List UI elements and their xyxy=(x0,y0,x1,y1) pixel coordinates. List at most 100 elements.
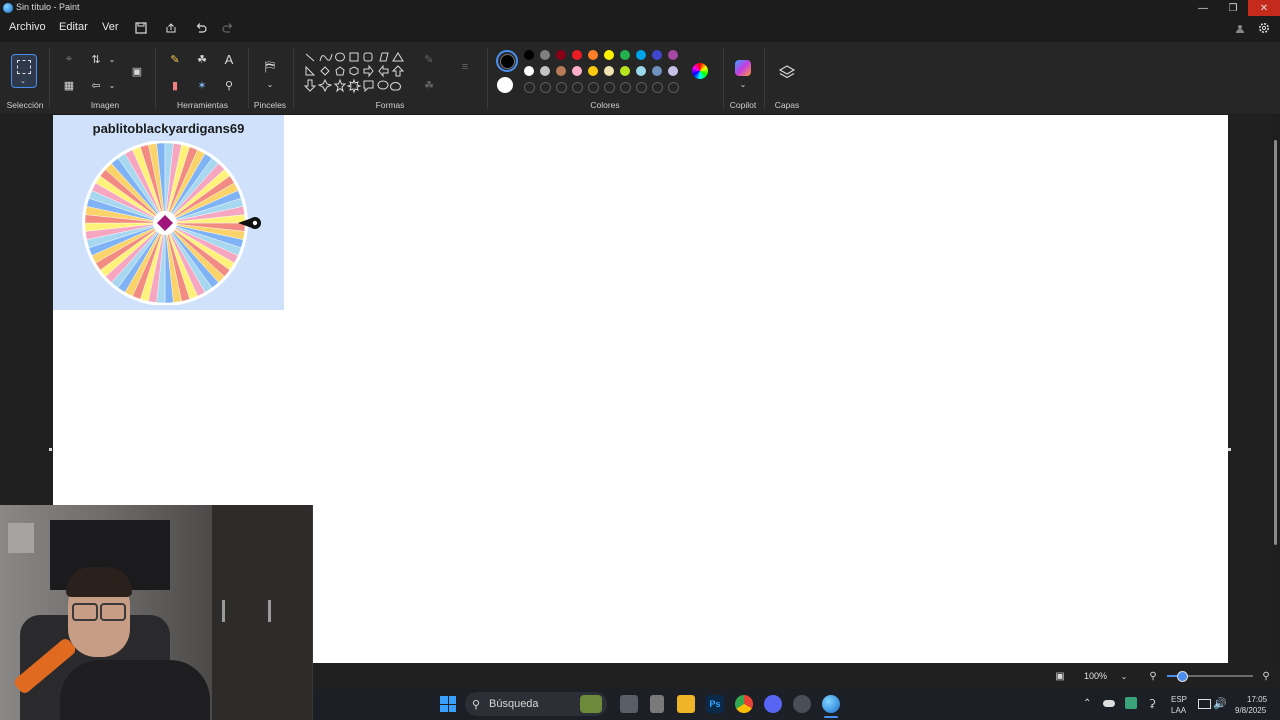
close-button[interactable]: ✕ xyxy=(1248,0,1280,16)
fill-bucket-icon[interactable]: ☘ xyxy=(194,51,210,67)
color-swatch[interactable] xyxy=(524,66,534,76)
chevron-down-icon[interactable]: ⌄ xyxy=(262,76,278,92)
canvas-resize-handle[interactable] xyxy=(1228,448,1231,451)
selection-tool-button[interactable]: ⌄ xyxy=(11,54,37,88)
custom-color-slot[interactable] xyxy=(556,82,567,93)
color-picker-icon[interactable]: ✶ xyxy=(194,77,210,93)
discord-icon[interactable] xyxy=(764,695,782,713)
photoshop-icon[interactable]: Ps xyxy=(706,695,724,713)
security-icon[interactable] xyxy=(1125,697,1137,709)
network-icon[interactable] xyxy=(1198,699,1211,709)
color-swatch[interactable] xyxy=(540,66,550,76)
secondary-color-button[interactable] xyxy=(497,77,513,93)
color-swatch[interactable] xyxy=(588,50,598,60)
fit-to-window-icon[interactable]: ▣ xyxy=(1052,668,1068,684)
color-swatch[interactable] xyxy=(636,50,646,60)
magnifier-icon[interactable]: ⚲ xyxy=(221,77,237,93)
zoom-level[interactable]: 100% xyxy=(1084,671,1107,681)
zoom-slider-thumb[interactable] xyxy=(1177,671,1188,682)
onedrive-icon[interactable] xyxy=(1103,700,1115,707)
title-bar xyxy=(0,0,1280,16)
menu-ver[interactable]: Ver xyxy=(102,21,119,33)
brush-icon[interactable]: ⛿ xyxy=(262,58,278,74)
image-generator-icon[interactable]: ▣ xyxy=(129,63,145,79)
primary-color-button[interactable] xyxy=(496,50,518,72)
taskbar-search-text[interactable]: Búsqueda xyxy=(489,698,539,710)
tray-chevron-up-icon[interactable]: ⌃ xyxy=(1083,698,1091,709)
crop-icon[interactable]: ⌖ xyxy=(61,51,77,67)
chevron-down-icon: ⌄ xyxy=(20,78,26,85)
undo-icon[interactable] xyxy=(191,19,211,37)
color-swatch[interactable] xyxy=(668,50,678,60)
color-swatch[interactable] xyxy=(572,66,582,76)
menu-archivo[interactable]: Archivo xyxy=(9,21,46,33)
color-swatch[interactable] xyxy=(588,66,598,76)
app-icon[interactable] xyxy=(650,695,664,713)
layers-icon[interactable] xyxy=(778,64,796,82)
chevron-down-icon[interactable]: ⌄ xyxy=(104,51,120,67)
outline-icon[interactable]: ✎ xyxy=(421,51,437,67)
custom-color-slot[interactable] xyxy=(540,82,551,93)
color-swatch[interactable] xyxy=(620,66,630,76)
custom-color-slot[interactable] xyxy=(636,82,647,93)
language-bottom[interactable]: LAA xyxy=(1171,706,1186,715)
chevron-down-icon[interactable]: ⌄ xyxy=(735,76,751,92)
resize-icon[interactable]: ⇅ xyxy=(88,51,104,67)
restore-button[interactable]: ❐ xyxy=(1218,0,1248,16)
zoom-in-icon[interactable]: ⚲ xyxy=(1258,668,1274,684)
image-select-icon[interactable]: ▦ xyxy=(61,77,77,93)
language-top[interactable]: ESP xyxy=(1171,695,1187,704)
save-icon[interactable] xyxy=(131,19,151,37)
color-swatch[interactable] xyxy=(604,50,614,60)
custom-color-slot[interactable] xyxy=(620,82,631,93)
color-swatch[interactable] xyxy=(620,50,630,60)
settings-gear-icon[interactable] xyxy=(1254,19,1274,37)
rotate-icon[interactable]: ⇦ xyxy=(88,77,104,93)
account-icon[interactable] xyxy=(1230,19,1250,37)
pencil-icon[interactable]: ✎ xyxy=(167,51,183,67)
color-swatch[interactable] xyxy=(652,66,662,76)
custom-color-slot[interactable] xyxy=(652,82,663,93)
color-swatch[interactable] xyxy=(556,50,566,60)
color-swatch[interactable] xyxy=(556,66,566,76)
paint-taskbar-icon[interactable] xyxy=(822,695,840,713)
file-explorer-icon[interactable] xyxy=(677,695,695,713)
text-icon[interactable]: A xyxy=(221,51,237,67)
microphone-icon[interactable]: ⚳ xyxy=(1148,697,1156,710)
volume-icon[interactable]: 🔊 xyxy=(1213,697,1227,710)
edit-colors-icon[interactable] xyxy=(692,63,708,79)
start-windows-icon[interactable] xyxy=(440,696,456,712)
chrome-icon[interactable] xyxy=(735,695,753,713)
color-swatch[interactable] xyxy=(636,66,646,76)
color-swatch[interactable] xyxy=(652,50,662,60)
clock-time[interactable]: 17:05 xyxy=(1247,695,1267,704)
zoom-out-icon[interactable]: ⚲ xyxy=(1145,668,1161,684)
menu-editar[interactable]: Editar xyxy=(59,21,88,33)
share-icon[interactable] xyxy=(161,19,181,37)
custom-color-slot[interactable] xyxy=(572,82,583,93)
custom-color-slot[interactable] xyxy=(668,82,679,93)
line-width-icon[interactable]: ≡ xyxy=(457,59,473,75)
color-swatch[interactable] xyxy=(668,66,678,76)
eraser-icon[interactable]: ▮ xyxy=(167,77,183,93)
minimize-button[interactable]: — xyxy=(1188,0,1218,16)
custom-color-slot[interactable] xyxy=(524,82,535,93)
task-view-icon[interactable] xyxy=(620,695,638,713)
color-swatch[interactable] xyxy=(524,50,534,60)
redo-icon[interactable] xyxy=(218,19,238,37)
scrollbar-thumb[interactable] xyxy=(1274,140,1277,545)
group-label-pinceles: Pinceles xyxy=(253,100,287,110)
fill-shape-icon[interactable]: ☘ xyxy=(421,77,437,93)
obs-icon[interactable] xyxy=(793,695,811,713)
clock-date[interactable]: 9/8/2025 xyxy=(1235,706,1266,715)
custom-color-slot[interactable] xyxy=(604,82,615,93)
canvas-resize-handle[interactable] xyxy=(49,448,52,451)
copilot-icon[interactable] xyxy=(735,60,751,76)
shapes-gallery[interactable] xyxy=(302,50,408,96)
chevron-down-icon[interactable]: ⌄ xyxy=(104,77,120,93)
chevron-down-icon[interactable]: ⌄ xyxy=(1116,668,1132,684)
color-swatch[interactable] xyxy=(572,50,582,60)
custom-color-slot[interactable] xyxy=(588,82,599,93)
color-swatch[interactable] xyxy=(604,66,614,76)
color-swatch[interactable] xyxy=(540,50,550,60)
